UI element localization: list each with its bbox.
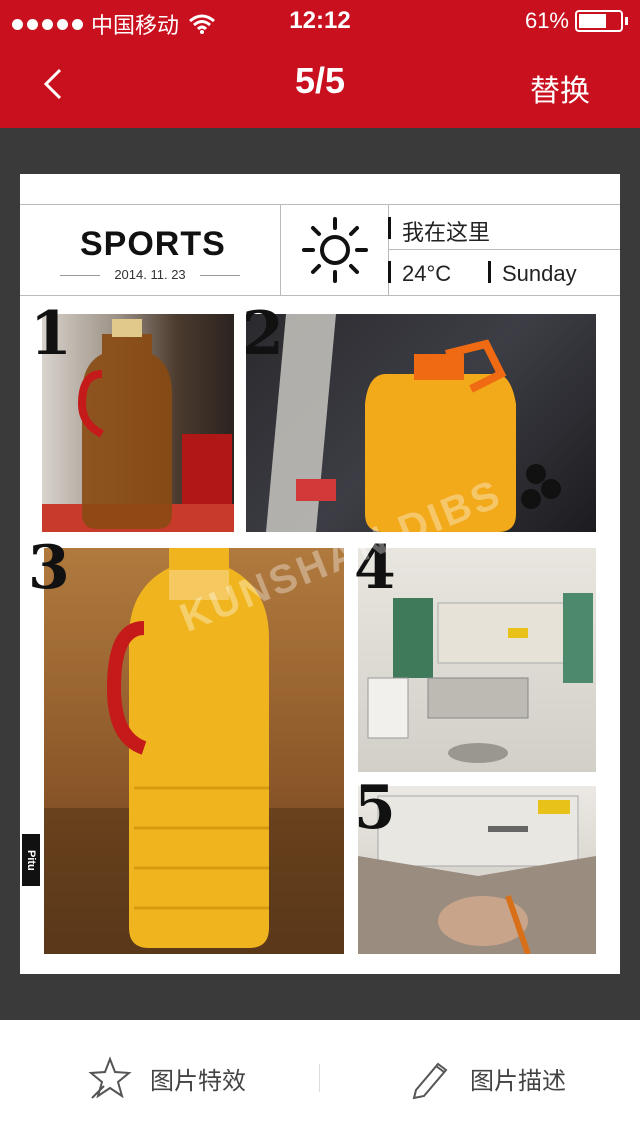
photo-effects-label: 图片特效 bbox=[150, 1067, 246, 1095]
poster-canvas[interactable]: SPORTS 2014. 11. 23 我在这里 24°C Sunday 1 2… bbox=[20, 174, 620, 974]
star-effects-icon bbox=[88, 1056, 132, 1099]
battery-percent: 61% bbox=[524, 8, 569, 33]
photo-number-3: 3 bbox=[28, 533, 70, 603]
pencil-icon bbox=[412, 1062, 448, 1100]
pitu-label: Pitu bbox=[22, 834, 40, 886]
temperature-label: 24°C bbox=[402, 261, 452, 286]
bottom-toolbar: 图片特效 图片描述 bbox=[0, 1020, 640, 1136]
battery-icon bbox=[575, 10, 623, 32]
app-header: 中国移动 12:12 61% 5/5 替换 bbox=[0, 0, 640, 128]
photo-number-2: 2 bbox=[242, 299, 284, 369]
photo-effects-button[interactable]: 图片特效 bbox=[88, 1050, 246, 1106]
replace-button[interactable]: 替换 bbox=[530, 66, 590, 110]
sun-icon bbox=[302, 217, 368, 283]
day-label: Sunday bbox=[502, 261, 577, 286]
photo-describe-button[interactable]: 图片描述 bbox=[408, 1050, 566, 1106]
photo-describe-label: 图片描述 bbox=[470, 1067, 566, 1095]
poster-banner: SPORTS 2014. 11. 23 我在这里 24°C Sunday bbox=[20, 204, 620, 296]
photo-number-5: 5 bbox=[354, 773, 396, 843]
photo-number-1: 1 bbox=[30, 299, 72, 369]
poster-date: 2014. 11. 23 bbox=[60, 267, 240, 282]
battery-status: 61% bbox=[525, 8, 628, 34]
location-label: 我在这里 bbox=[402, 220, 491, 245]
poster-title: SPORTS bbox=[80, 225, 226, 263]
status-bar: 中国移动 12:12 61% bbox=[0, 0, 640, 40]
